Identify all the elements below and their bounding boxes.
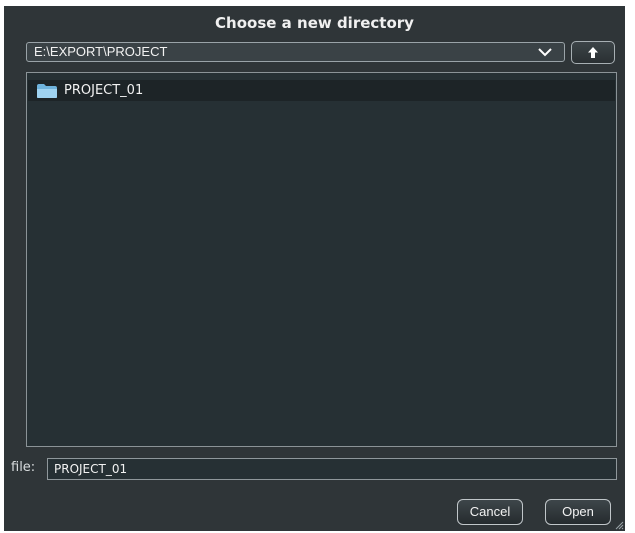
file-label: file: [11,460,36,475]
open-button[interactable]: Open [545,499,611,525]
file-name-input[interactable] [47,458,617,480]
list-item-label: PROJECT_01 [64,83,144,98]
chevron-down-icon[interactable] [538,46,552,58]
resize-grip-icon[interactable] [614,520,624,530]
cancel-button[interactable]: Cancel [457,499,523,525]
path-value: E:\EXPORT\PROJECT [34,44,168,59]
file-list[interactable]: PROJECT_01 [26,72,617,447]
choose-directory-dialog: Choose a new directory E:\EXPORT\PROJECT… [4,6,625,531]
path-dropdown[interactable]: E:\EXPORT\PROJECT [26,42,565,62]
folder-icon [37,84,57,98]
dialog-title: Choose a new directory [215,14,414,32]
arrow-up-icon [588,47,598,58]
up-directory-button[interactable] [571,41,615,64]
list-item[interactable]: PROJECT_01 [28,80,615,101]
